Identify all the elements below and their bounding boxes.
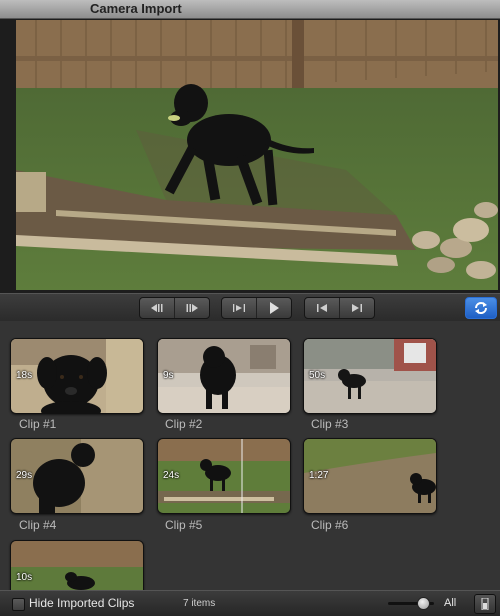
clip-name: Clip #5 [165, 518, 203, 532]
go-to-start-icon [317, 304, 327, 312]
clip-duration: 50s [309, 370, 326, 381]
clip-duration: 10s [16, 572, 33, 583]
hide-imported-checkbox[interactable] [12, 598, 25, 611]
clip-duration: 9s [163, 370, 174, 381]
viewer [0, 19, 500, 293]
clip-height-icon [481, 598, 489, 610]
go-to-end-icon [352, 304, 362, 312]
clip-name: Clip #2 [165, 417, 203, 431]
clip-duration: 24s [163, 470, 180, 481]
go-to-start-button[interactable] [305, 298, 340, 318]
navigation-group [304, 297, 375, 319]
clip-duration: 18s [16, 370, 33, 381]
clip-name: Clip #4 [19, 518, 57, 532]
clip-browser: 18s Clip #1 9s Clip #2 50s Clip #3 29s C… [0, 321, 500, 590]
clip-item[interactable]: 18s [10, 338, 144, 414]
item-count: 7 items [183, 598, 216, 609]
clip-item[interactable]: 29s [10, 438, 144, 514]
clip-item[interactable]: 1:27 [303, 438, 437, 514]
clip-appearance-button[interactable] [474, 594, 496, 614]
loop-playback-button[interactable] [465, 297, 497, 319]
clip-name: Clip #1 [19, 417, 57, 431]
bottom-toolbar: Hide Imported Clips 7 items All [0, 590, 500, 616]
title-bar: Camera Import [0, 0, 500, 19]
zoom-all-label: All [444, 597, 457, 609]
clip-duration: 1:27 [309, 470, 329, 481]
go-to-end-button[interactable] [340, 298, 374, 318]
next-frame-button[interactable] [175, 298, 209, 318]
clip-item[interactable]: 50s [303, 338, 437, 414]
clip-name: Clip #3 [311, 417, 349, 431]
previous-frame-button[interactable] [140, 298, 175, 318]
hide-imported-label[interactable]: Hide Imported Clips [29, 596, 134, 610]
video-preview[interactable] [16, 20, 498, 290]
clip-item[interactable]: 9s [157, 338, 291, 414]
transport-bar [0, 293, 500, 322]
play-range-icon [233, 304, 245, 312]
previous-frame-icon [151, 304, 163, 312]
frame-step-group [139, 297, 210, 319]
zoom-slider-knob[interactable] [417, 597, 431, 610]
clip-thumbnail[interactable] [157, 338, 291, 414]
play-icon [270, 302, 279, 314]
clip-name: Clip #6 [311, 518, 349, 532]
play-range-button[interactable] [222, 298, 257, 318]
clip-duration: 29s [16, 470, 33, 481]
play-button[interactable] [257, 298, 291, 318]
playback-group [221, 297, 292, 319]
window-title: Camera Import [90, 1, 182, 16]
clip-item[interactable]: 24s [157, 438, 291, 514]
loop-icon [475, 302, 487, 314]
next-frame-icon [186, 304, 198, 312]
clip-item[interactable]: 10s [10, 540, 144, 590]
